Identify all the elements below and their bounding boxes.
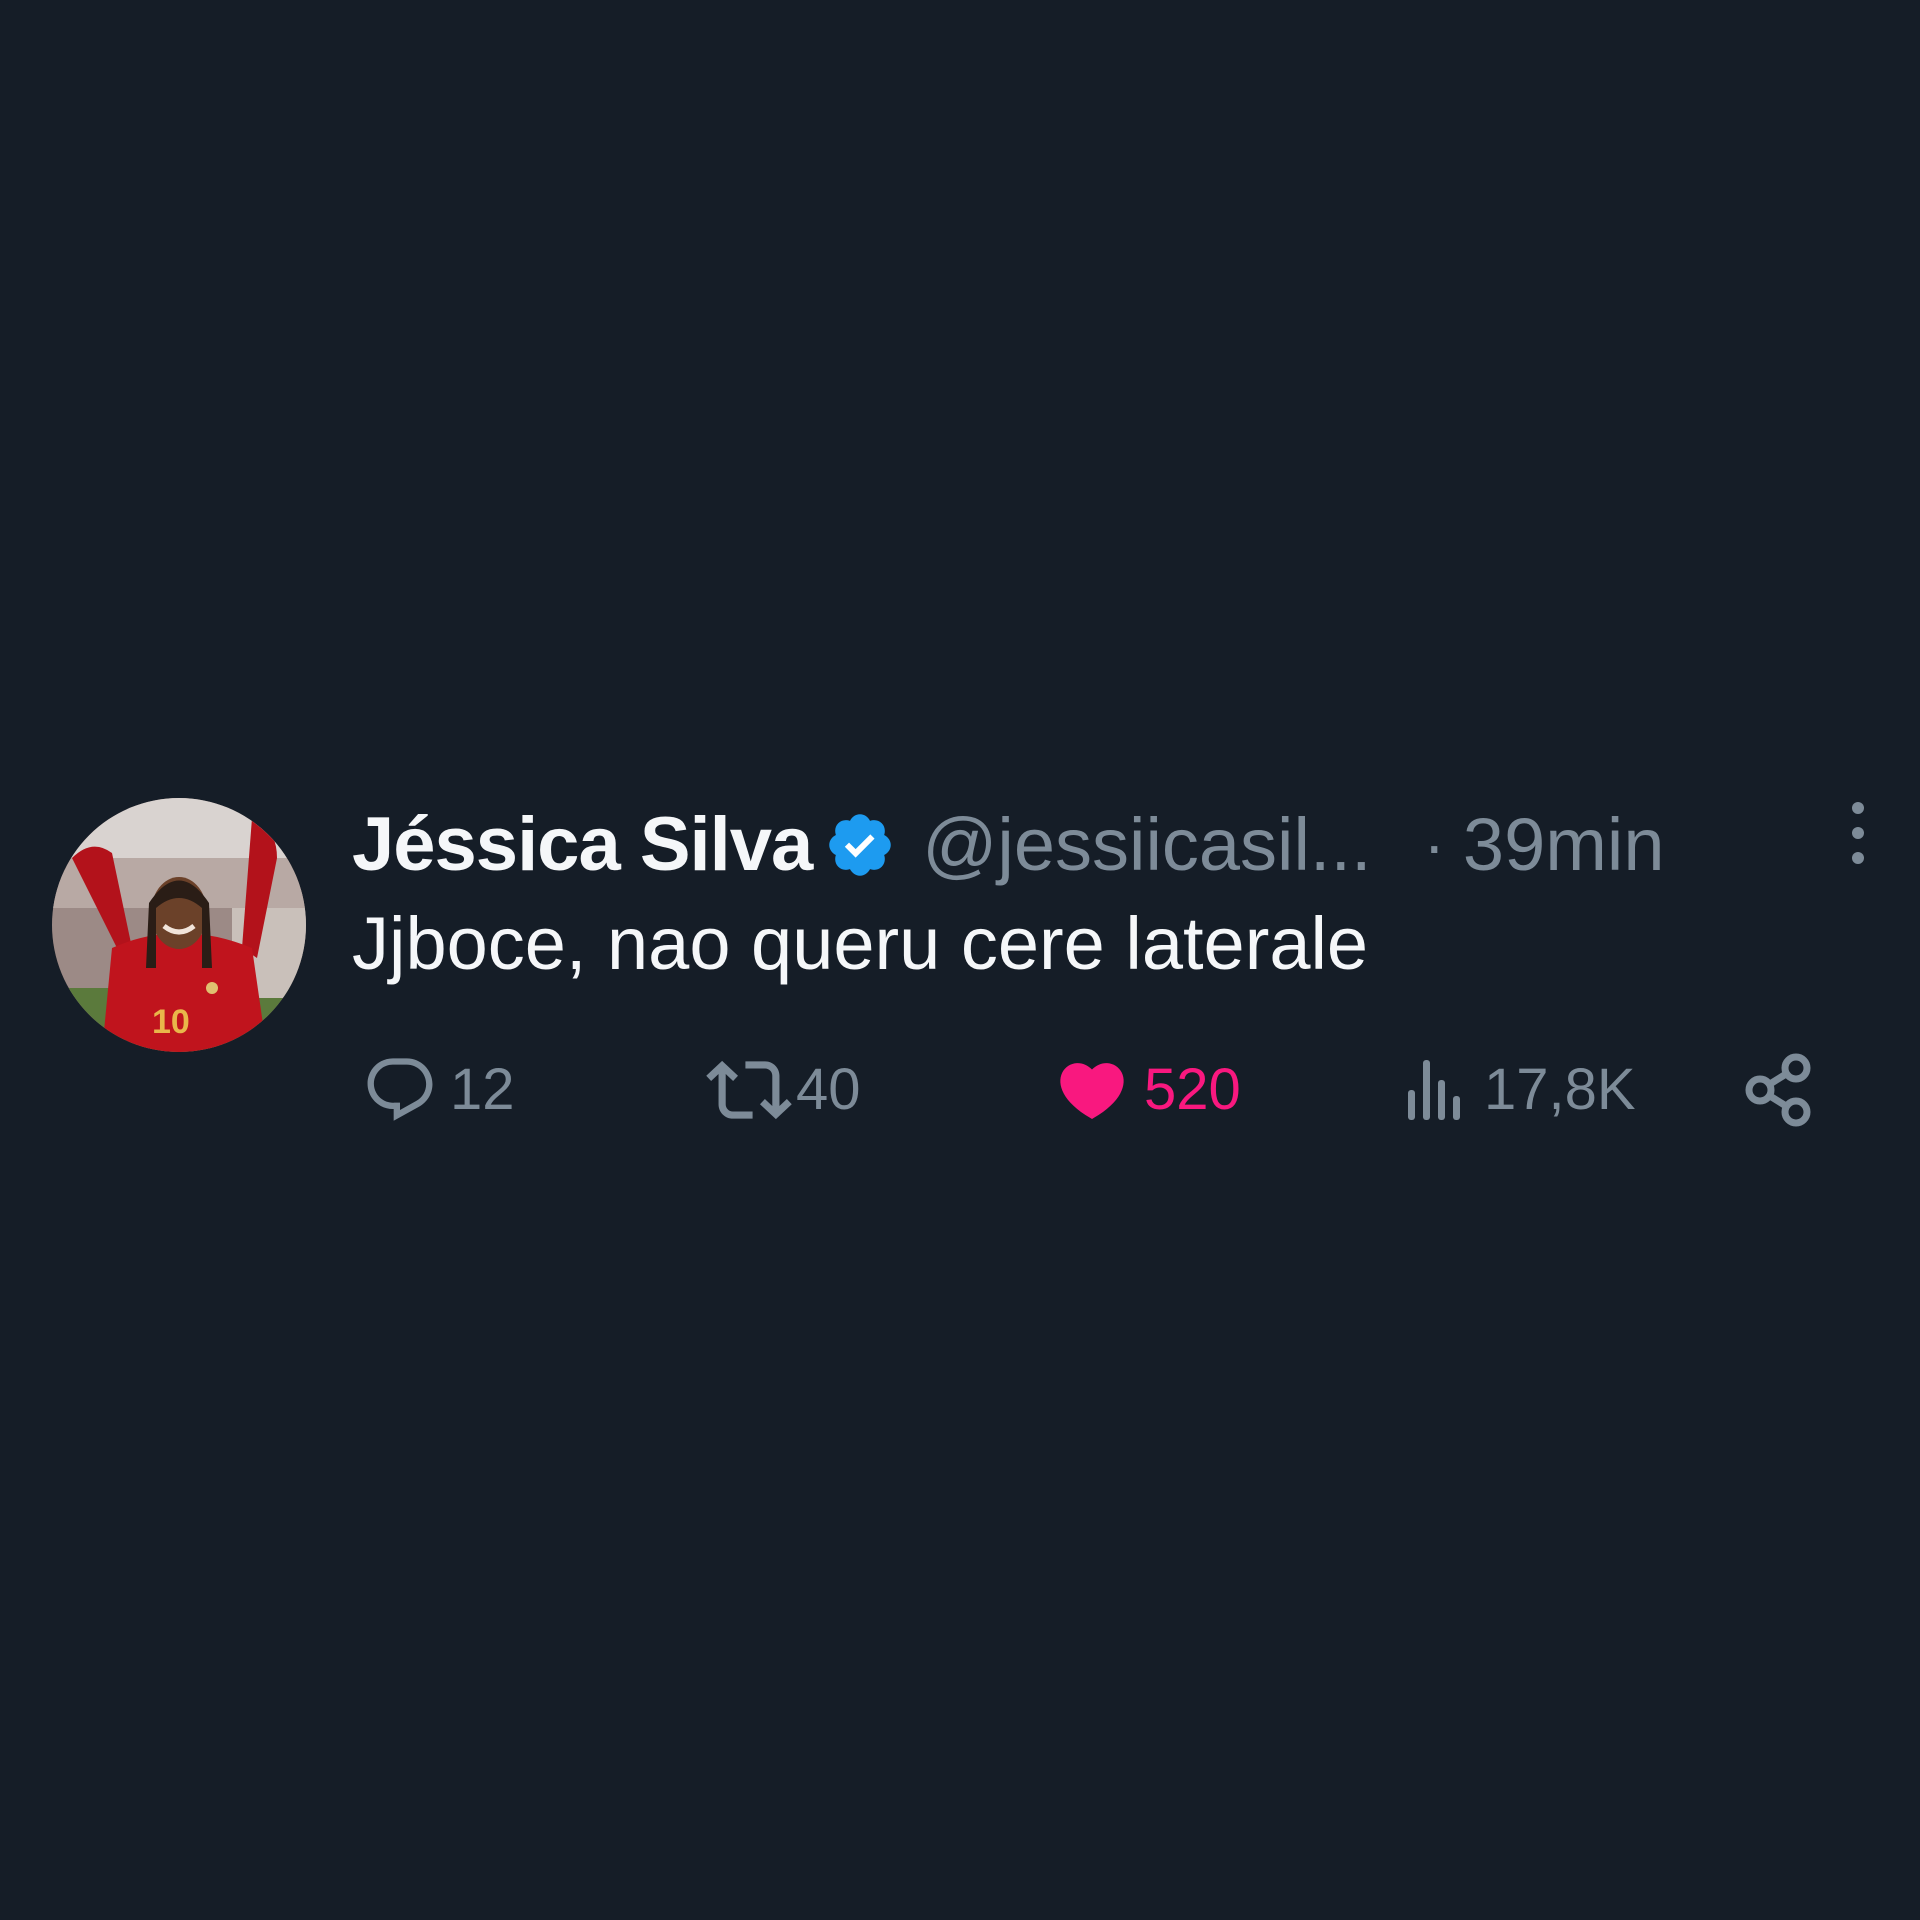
svg-text:10: 10: [152, 1003, 190, 1041]
share-icon: [1745, 1053, 1811, 1127]
share-button[interactable]: [1740, 1040, 1820, 1140]
more-options-icon[interactable]: [1846, 798, 1870, 868]
retweet-icon: [706, 1060, 792, 1120]
views-icon: [1408, 1060, 1460, 1120]
views-count: 17,8K: [1484, 1057, 1636, 1122]
tweet[interactable]: 10 Jéssica Silva @jessiicasil... · 39min…: [0, 760, 1920, 1140]
heart-icon: [1060, 1063, 1124, 1120]
like-button[interactable]: 520: [1054, 1040, 1241, 1140]
handle[interactable]: @jessiicasil...: [922, 808, 1371, 882]
page: 10 Jéssica Silva @jessiicasil... · 39min…: [0, 0, 1920, 1920]
reply-count: 12: [450, 1057, 515, 1122]
display-name[interactable]: Jéssica Silva: [352, 807, 813, 883]
like-count: 520: [1144, 1057, 1241, 1122]
separator-dot: ·: [1423, 809, 1445, 881]
retweet-count: 40: [796, 1057, 861, 1122]
retweet-button[interactable]: 40: [706, 1040, 861, 1140]
reply-icon: [367, 1058, 433, 1121]
tweet-actions: 12 40 520 17,8K: [0, 1040, 1920, 1140]
tweet-header: Jéssica Silva @jessiicasil... · 39min: [352, 795, 1892, 895]
tweet-text: Jjboce, nao queru cere laterale: [352, 902, 1369, 985]
verified-badge-icon: [829, 814, 892, 876]
avatar-image: 10: [52, 798, 306, 1052]
reply-button[interactable]: 12: [362, 1040, 515, 1140]
views-button[interactable]: 17,8K: [1404, 1040, 1636, 1140]
avatar[interactable]: 10: [52, 798, 306, 1052]
timestamp[interactable]: 39min: [1463, 808, 1665, 882]
